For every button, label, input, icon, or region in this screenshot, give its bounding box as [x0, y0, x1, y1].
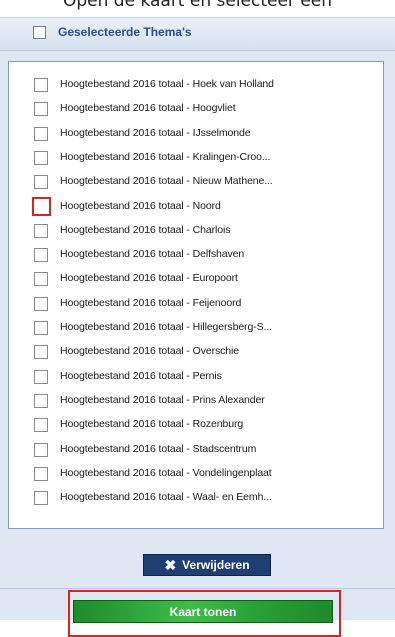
- theme-label: Hoogtebestand 2016 totaal - Pernis: [60, 369, 222, 382]
- theme-checkbox[interactable]: [34, 466, 48, 481]
- theme-label: Hoogtebestand 2016 totaal - Delfshaven: [60, 248, 245, 261]
- theme-label: Hoogtebestand 2016 totaal - Kralingen-Cr…: [60, 150, 271, 163]
- page-caption: Open de kaart en selecteer een: [62, 0, 333, 11]
- theme-label: Hoogtebestand 2016 totaal - IJsselmonde: [60, 126, 251, 139]
- list-item[interactable]: Hoogtebestand 2016 totaal - Prins Alexan…: [9, 389, 383, 413]
- list-item[interactable]: Hoogtebestand 2016 totaal - Pernis: [9, 365, 383, 389]
- list-item[interactable]: Hoogtebestand 2016 totaal - IJsselmonde: [9, 122, 383, 146]
- theme-checkbox[interactable]: [34, 418, 48, 433]
- theme-label: Hoogtebestand 2016 totaal - Europoort: [60, 272, 238, 285]
- theme-checkbox[interactable]: [34, 296, 48, 311]
- show-map-button[interactable]: Kaart tonen: [73, 600, 333, 623]
- theme-label: Hoogtebestand 2016 totaal - Nieuw Mathen…: [60, 175, 273, 188]
- panel-title: Geselecteerde Thema's: [58, 25, 192, 39]
- themes-panel: Geselecteerde Thema's Hoogtebestand 2016…: [0, 17, 395, 637]
- list-item[interactable]: Hoogtebestand 2016 totaal - Nieuw Mathen…: [9, 170, 383, 194]
- list-item[interactable]: Hoogtebestand 2016 totaal - Rozenburg: [9, 413, 383, 437]
- list-item[interactable]: Hoogtebestand 2016 totaal - Vondelingenp…: [9, 462, 383, 486]
- theme-checkbox[interactable]: [34, 248, 48, 263]
- theme-label: Hoogtebestand 2016 totaal - Hoek van Hol…: [60, 78, 274, 90]
- theme-checkbox[interactable]: [34, 150, 48, 165]
- list-item[interactable]: Hoogtebestand 2016 totaal - Europoort: [9, 267, 383, 291]
- theme-checkbox[interactable]: [34, 321, 48, 335]
- delete-button-label: Verwijderen: [182, 558, 250, 572]
- divider: [0, 588, 395, 589]
- delete-button[interactable]: ✖ Verwijderen: [143, 554, 271, 576]
- list-item[interactable]: Hoogtebestand 2016 totaal - Delfshaven: [9, 243, 383, 267]
- theme-label: Hoogtebestand 2016 totaal - Hillegersber…: [60, 321, 272, 333]
- list-item[interactable]: Hoogtebestand 2016 totaal - Hillegersber…: [9, 316, 383, 340]
- list-item[interactable]: Hoogtebestand 2016 totaal - Hoogvliet: [9, 97, 383, 121]
- theme-label: Hoogtebestand 2016 totaal - Waal- en Eem…: [60, 491, 272, 504]
- theme-checkbox[interactable]: [34, 393, 48, 408]
- theme-label: Hoogtebestand 2016 totaal - Vondelingenp…: [60, 466, 272, 479]
- list-item[interactable]: Hoogtebestand 2016 totaal - Kralingen-Cr…: [9, 146, 383, 170]
- theme-checkbox[interactable]: [34, 126, 48, 141]
- theme-checkbox[interactable]: [34, 442, 48, 457]
- theme-checkbox[interactable]: [34, 78, 48, 92]
- panel-header: Geselecteerde Thema's: [0, 18, 395, 51]
- show-map-button-label: Kaart tonen: [169, 604, 237, 619]
- list-item[interactable]: Hoogtebestand 2016 totaal - Stadscentrum: [9, 438, 383, 462]
- themes-list[interactable]: Hoogtebestand 2016 totaal - Hoek van Hol…: [8, 61, 384, 529]
- theme-checkbox[interactable]: [34, 102, 48, 117]
- theme-label: Hoogtebestand 2016 totaal - Hoogvliet: [60, 102, 236, 115]
- theme-label: Hoogtebestand 2016 totaal - Rozenburg: [60, 418, 244, 431]
- theme-checkbox[interactable]: [34, 369, 48, 384]
- theme-checkbox[interactable]: [34, 175, 48, 190]
- theme-label: Hoogtebestand 2016 totaal - Stadscentrum: [60, 442, 257, 455]
- theme-checkbox[interactable]: [34, 345, 48, 360]
- theme-label: Hoogtebestand 2016 totaal - Prins Alexan…: [60, 393, 265, 406]
- theme-label: Hoogtebestand 2016 totaal - Charlois: [60, 223, 231, 236]
- list-item[interactable]: Hoogtebestand 2016 totaal - Overschie: [9, 340, 383, 364]
- theme-label: Hoogtebestand 2016 totaal - Overschie: [60, 345, 239, 358]
- list-item[interactable]: Hoogtebestand 2016 totaal - Charlois: [9, 219, 383, 243]
- theme-checkbox[interactable]: [32, 196, 51, 216]
- theme-checkbox[interactable]: [34, 272, 48, 287]
- list-item[interactable]: Hoogtebestand 2016 totaal - Hoek van Hol…: [9, 73, 383, 97]
- list-item[interactable]: Hoogtebestand 2016 totaal - Noord: [9, 195, 383, 219]
- select-all-checkbox[interactable]: [33, 26, 46, 39]
- theme-label: Hoogtebestand 2016 totaal - Noord: [60, 199, 221, 212]
- close-icon: ✖: [164, 557, 177, 573]
- list-item[interactable]: Hoogtebestand 2016 totaal - Feijenoord: [9, 292, 383, 316]
- list-item[interactable]: Hoogtebestand 2016 totaal - Waal- en Eem…: [9, 486, 383, 510]
- theme-label: Hoogtebestand 2016 totaal - Feijenoord: [60, 296, 242, 309]
- show-map-highlight-frame: Kaart tonen: [68, 590, 341, 637]
- theme-checkbox[interactable]: [34, 491, 48, 506]
- theme-checkbox[interactable]: [34, 223, 48, 238]
